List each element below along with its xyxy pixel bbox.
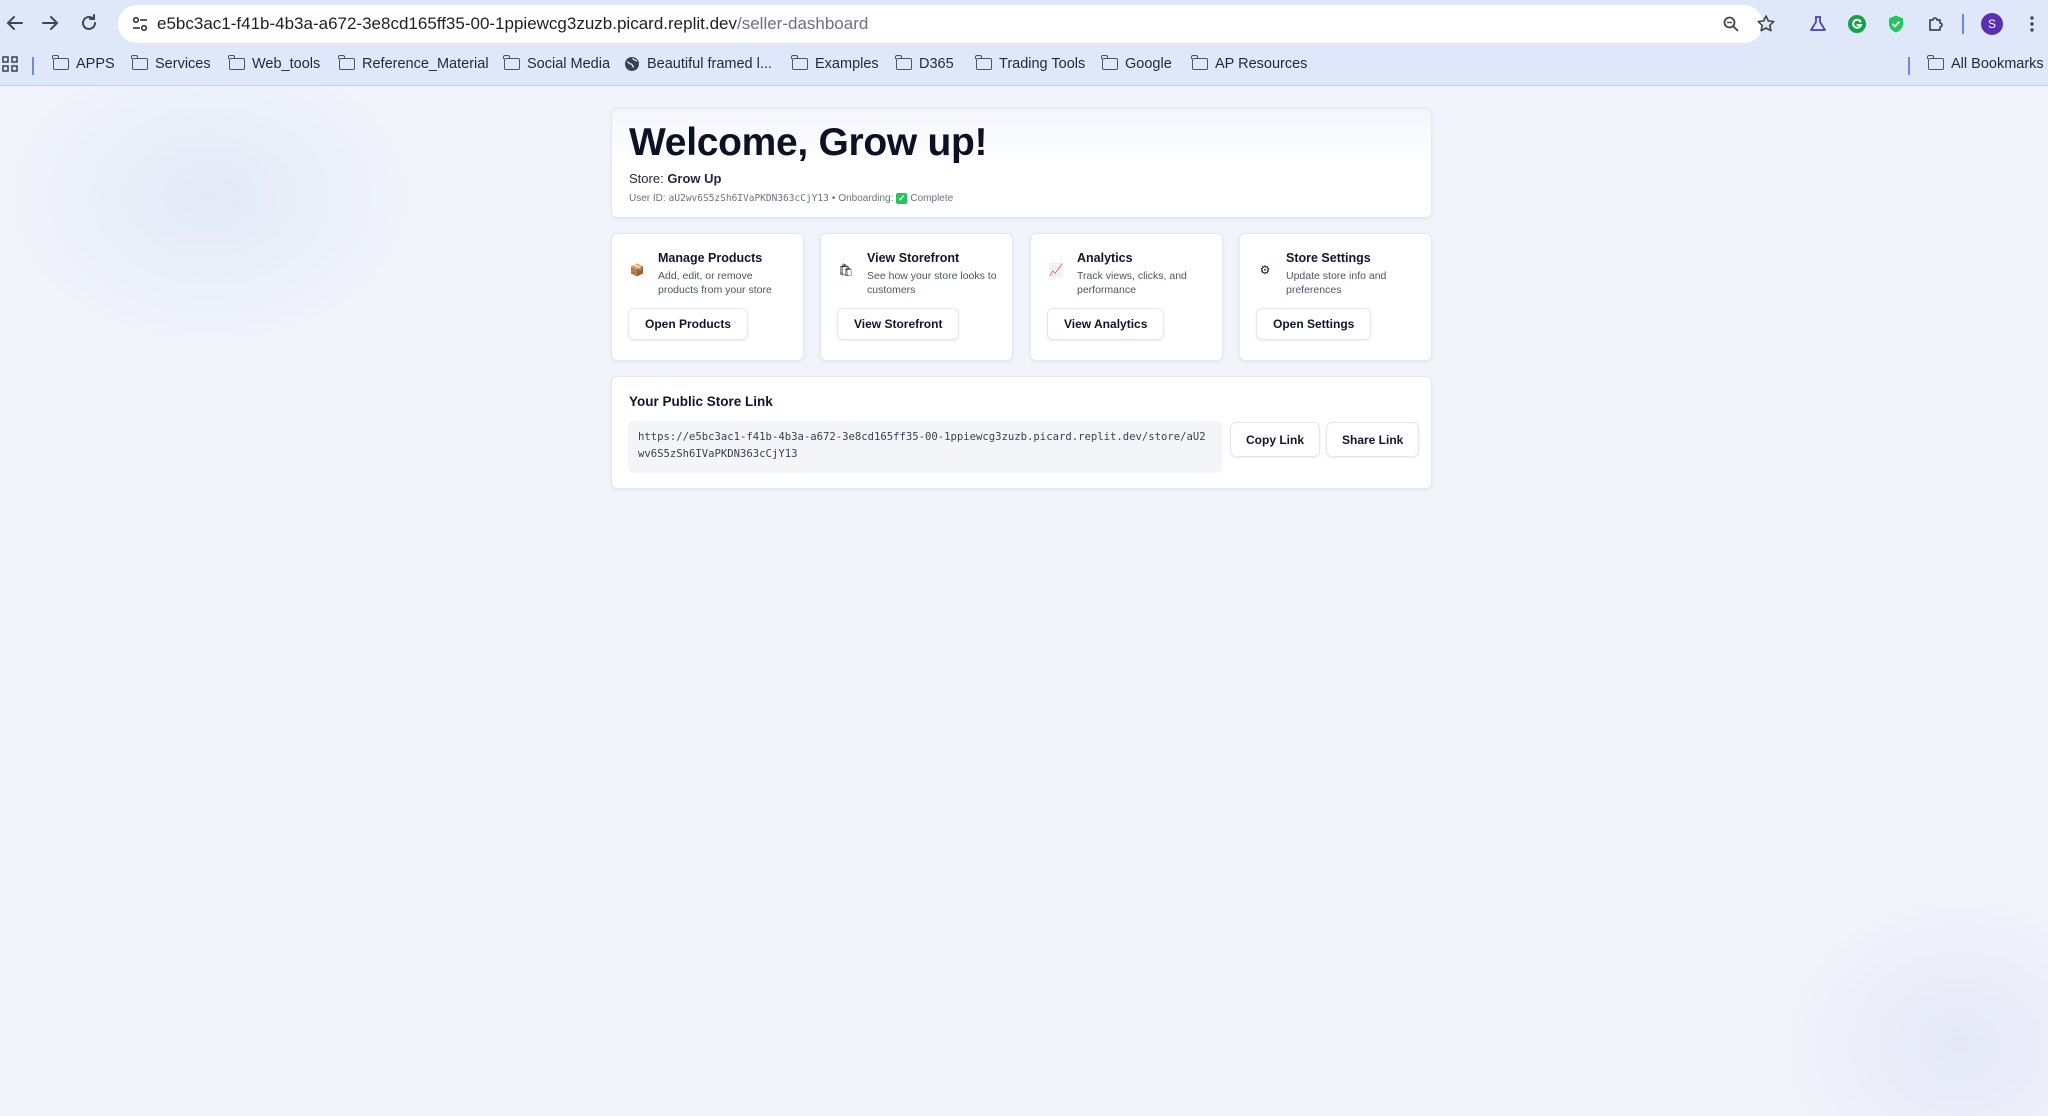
extensions-puzzle-icon[interactable] [1922,10,1950,38]
shield-extension-icon[interactable] [1882,10,1910,38]
store-link-url[interactable]: https://e5bc3ac1-f41b-4b3a-a672-3e8cd165… [628,421,1222,473]
profile-avatar[interactable]: S [1978,10,2006,38]
package-icon: 📦 [629,263,645,277]
bookmark-label: Google [1125,56,1172,72]
user-id-value: aU2wv6S5zSh6IVaPKDN363cCjY13 [668,193,829,204]
seller-dashboard: Welcome, Grow up! Store: Grow Up User ID… [0,86,2048,1116]
folder-icon [1191,55,1208,70]
bookmark-social-media[interactable]: Social Media [503,55,611,72]
card-description: Track views, clicks, and performance [1077,270,1187,296]
card-title: Manage Products [658,251,763,265]
browser-chrome: e5bc3ac1-f41b-4b3a-a672-3e8cd165ff35-00-… [0,0,2048,86]
card-description: Update store info and preferences [1286,270,1387,296]
bookmark-reference-material[interactable]: Reference_Material [338,55,489,72]
bookmark-examples[interactable]: Examples [791,55,879,72]
check-icon: ✓ [896,193,908,204]
bookmarks-bar: APPS Services Web_tools Reference_Materi… [0,52,2048,80]
user-id-label: User ID: [629,193,666,204]
bookmarks-divider [1908,57,1910,75]
chart-icon: 📈 [1048,263,1064,277]
store-settings-card: ⚙ Store Settings Update store info and p… [1239,233,1432,361]
back-icon[interactable] [0,8,30,38]
store-name: Grow Up [667,171,722,186]
url-host: e5bc3ac1-f41b-4b3a-a672-3e8cd165ff35-00-… [157,14,737,33]
folder-icon [52,55,69,70]
view-storefront-card: 🛍 View Storefront See how your store loo… [820,233,1013,361]
card-title: View Storefront [867,251,960,265]
bookmark-d365[interactable]: D365 [895,55,954,72]
welcome-card: Welcome, Grow up! Store: Grow Up User ID… [611,108,1432,218]
account-meta: User ID: aU2wv6S5zSh6IVaPKDN363cCjY13 • … [629,193,953,204]
grammarly-icon[interactable] [1843,10,1871,38]
bookmark-web-tools[interactable]: Web_tools [228,55,321,72]
folder-icon [791,55,808,70]
bookmark-label: Services [155,56,211,72]
open-settings-button[interactable]: Open Settings [1256,308,1372,340]
profile-initial: S [1981,13,2003,35]
bookmark-beautiful-framed[interactable]: Beautiful framed l... [624,56,772,72]
url-path: /seller-dashboard [736,14,869,33]
bookmark-apps[interactable]: APPS [52,55,115,72]
folder-icon [131,55,148,70]
bookmarks-divider [32,57,34,75]
menu-dots-icon[interactable] [2018,10,2046,38]
bookmark-label: Trading Tools [999,56,1086,72]
site-info-icon[interactable] [128,12,152,36]
forward-icon[interactable] [35,8,65,38]
folder-icon [338,55,355,70]
public-store-link-card: Your Public Store Link https://e5bc3ac1-… [611,376,1432,489]
bookmark-label: APPS [76,56,115,72]
reload-icon[interactable] [74,8,104,38]
labs-flask-icon[interactable] [1804,10,1832,38]
bookmark-label: Beautiful framed l... [647,56,772,72]
folder-icon [1101,55,1118,70]
onboarding-status: Complete [910,193,954,204]
section-title: Your Public Store Link [629,394,773,409]
card-title: Store Settings [1286,251,1371,265]
bookmark-star-icon[interactable] [1754,12,1778,36]
analytics-card: 📈 Analytics Track views, clicks, and per… [1030,233,1223,361]
bookmark-label: Examples [815,56,879,72]
folder-icon [1927,55,1944,70]
globe-icon [625,57,639,71]
card-description: See how your store looks to customers [867,270,997,296]
bookmark-label: AP Resources [1215,56,1308,72]
meta-separator: • [831,193,836,204]
page-title: Welcome, Grow up! [629,121,988,164]
shopping-bags-icon: 🛍 [838,263,854,277]
card-title: Analytics [1077,251,1133,265]
apps-grid-icon[interactable] [2,56,18,72]
onboarding-label: Onboarding: [838,193,894,204]
view-storefront-button[interactable]: View Storefront [837,308,960,340]
bookmark-label: Reference_Material [362,56,489,72]
manage-products-card: 📦 Manage Products Add, edit, or remove p… [611,233,804,361]
folder-icon [895,55,912,70]
zoom-icon[interactable] [1719,12,1743,36]
bookmark-label: Web_tools [252,56,321,72]
share-link-button[interactable]: Share Link [1326,422,1420,457]
address-bar[interactable]: e5bc3ac1-f41b-4b3a-a672-3e8cd165ff35-00-… [118,5,1775,43]
view-analytics-button[interactable]: View Analytics [1047,308,1165,340]
bookmark-ap-resources[interactable]: AP Resources [1191,55,1308,72]
folder-icon [975,55,992,70]
open-products-button[interactable]: Open Products [628,308,749,340]
bookmark-label: Social Media [527,56,611,72]
folder-icon [228,55,245,70]
all-bookmarks[interactable]: All Bookmarks [1927,55,2044,72]
bookmark-trading-tools[interactable]: Trading Tools [975,55,1086,72]
bookmark-services[interactable]: Services [131,55,211,72]
folder-icon [503,55,520,70]
store-prefix: Store: [629,171,664,186]
bookmark-google[interactable]: Google [1101,55,1172,72]
card-description: Add, edit, or remove products from your … [658,270,772,296]
all-bookmarks-label: All Bookmarks [1951,56,2044,72]
store-line: Store: Grow Up [629,171,721,186]
toolbar-divider [1962,14,1964,34]
bookmark-label: D365 [919,56,954,72]
copy-link-button[interactable]: Copy Link [1230,422,1321,457]
gear-icon: ⚙ [1259,263,1271,277]
url-text[interactable]: e5bc3ac1-f41b-4b3a-a672-3e8cd165ff35-00-… [157,14,868,34]
